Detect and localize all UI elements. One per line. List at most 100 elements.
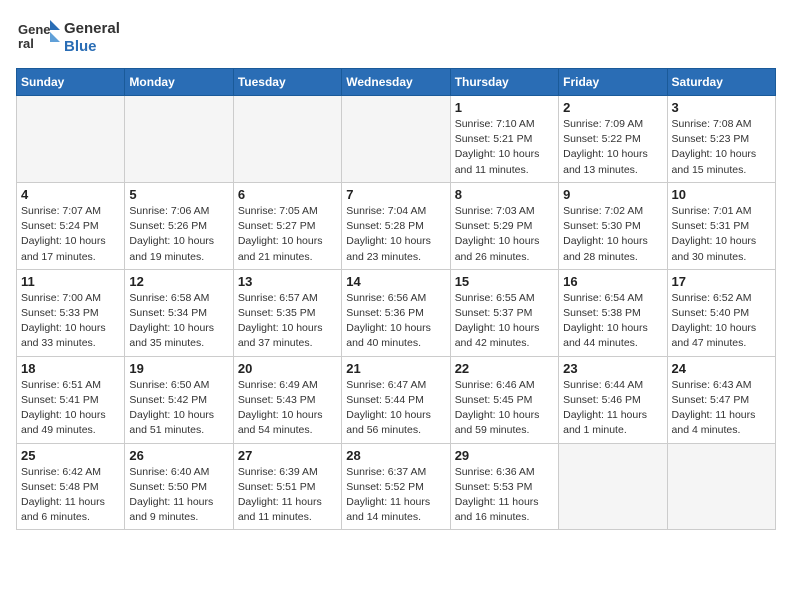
day-info: Sunrise: 6:39 AM Sunset: 5:51 PM Dayligh… <box>238 465 337 526</box>
calendar-cell <box>667 443 775 530</box>
logo-blue-text: Blue <box>64 38 120 56</box>
day-number: 12 <box>129 274 228 289</box>
calendar-cell: 25Sunrise: 6:42 AM Sunset: 5:48 PM Dayli… <box>17 443 125 530</box>
calendar-week-row: 11 Sunrise: 7:00 AM Sunset: 5:33 PM Dayli… <box>17 269 776 356</box>
day-number: 27 <box>238 448 337 463</box>
day-info: Sunrise: 6:58 AM Sunset: 5:34 PM Dayligh… <box>129 291 228 352</box>
day-number: 14 <box>346 274 445 289</box>
page-header: Gene ral General Blue <box>16 16 776 60</box>
calendar-cell <box>125 96 233 183</box>
day-info: Sunrise: 6:40 AM Sunset: 5:50 PM Dayligh… <box>129 465 228 526</box>
calendar-cell: 8 Sunrise: 7:03 AM Sunset: 5:29 PM Daylig… <box>450 182 558 269</box>
weekday-header: Friday <box>559 69 667 96</box>
calendar-cell: 23 Sunrise: 6:44 AM Sunset: 5:46 PM Dayli… <box>559 356 667 443</box>
day-info: Sunrise: 7:07 AM Sunset: 5:24 PM Dayligh… <box>21 204 120 265</box>
calendar-cell: 19 Sunrise: 6:50 AM Sunset: 5:42 PM Dayli… <box>125 356 233 443</box>
calendar-cell: 21Sunrise: 6:47 AM Sunset: 5:44 PM Dayli… <box>342 356 450 443</box>
weekday-header: Saturday <box>667 69 775 96</box>
day-number: 15 <box>455 274 554 289</box>
logo: Gene ral General Blue <box>16 16 120 60</box>
day-info: Sunrise: 7:01 AM Sunset: 5:31 PM Dayligh… <box>672 204 771 265</box>
logo-text: General <box>64 20 120 38</box>
day-info: Sunrise: 6:36 AM Sunset: 5:53 PM Dayligh… <box>455 465 554 526</box>
calendar-cell: 7 Sunrise: 7:04 AM Sunset: 5:28 PM Daylig… <box>342 182 450 269</box>
day-info: Sunrise: 6:52 AM Sunset: 5:40 PM Dayligh… <box>672 291 771 352</box>
day-number: 16 <box>563 274 662 289</box>
day-number: 4 <box>21 187 120 202</box>
calendar-week-row: 25Sunrise: 6:42 AM Sunset: 5:48 PM Dayli… <box>17 443 776 530</box>
calendar-cell: 1 Sunrise: 7:10 AM Sunset: 5:21 PM Daylig… <box>450 96 558 183</box>
day-info: Sunrise: 6:37 AM Sunset: 5:52 PM Dayligh… <box>346 465 445 526</box>
day-number: 18 <box>21 361 120 376</box>
day-number: 13 <box>238 274 337 289</box>
weekday-header: Wednesday <box>342 69 450 96</box>
day-number: 28 <box>346 448 445 463</box>
calendar-cell: 3 Sunrise: 7:08 AM Sunset: 5:23 PM Daylig… <box>667 96 775 183</box>
svg-text:ral: ral <box>18 36 34 51</box>
day-number: 19 <box>129 361 228 376</box>
calendar-cell: 16Sunrise: 6:54 AM Sunset: 5:38 PM Dayli… <box>559 269 667 356</box>
day-number: 3 <box>672 100 771 115</box>
day-number: 7 <box>346 187 445 202</box>
day-info: Sunrise: 7:08 AM Sunset: 5:23 PM Dayligh… <box>672 117 771 178</box>
weekday-header: Sunday <box>17 69 125 96</box>
day-number: 6 <box>238 187 337 202</box>
day-number: 29 <box>455 448 554 463</box>
day-number: 20 <box>238 361 337 376</box>
calendar-week-row: 4 Sunrise: 7:07 AM Sunset: 5:24 PM Daylig… <box>17 182 776 269</box>
day-number: 2 <box>563 100 662 115</box>
day-number: 26 <box>129 448 228 463</box>
calendar-header-row: SundayMondayTuesdayWednesdayThursdayFrid… <box>17 69 776 96</box>
calendar-cell: 2 Sunrise: 7:09 AM Sunset: 5:22 PM Daylig… <box>559 96 667 183</box>
day-number: 21 <box>346 361 445 376</box>
day-number: 17 <box>672 274 771 289</box>
day-info: Sunrise: 6:57 AM Sunset: 5:35 PM Dayligh… <box>238 291 337 352</box>
day-number: 23 <box>563 361 662 376</box>
calendar-cell <box>559 443 667 530</box>
calendar-cell <box>233 96 341 183</box>
day-info: Sunrise: 7:10 AM Sunset: 5:21 PM Dayligh… <box>455 117 554 178</box>
day-info: Sunrise: 6:51 AM Sunset: 5:41 PM Dayligh… <box>21 378 120 439</box>
calendar-week-row: 1 Sunrise: 7:10 AM Sunset: 5:21 PM Daylig… <box>17 96 776 183</box>
calendar-cell <box>342 96 450 183</box>
day-number: 5 <box>129 187 228 202</box>
day-number: 8 <box>455 187 554 202</box>
weekday-header: Tuesday <box>233 69 341 96</box>
day-number: 1 <box>455 100 554 115</box>
day-number: 9 <box>563 187 662 202</box>
day-info: Sunrise: 7:05 AM Sunset: 5:27 PM Dayligh… <box>238 204 337 265</box>
calendar-cell: 15 Sunrise: 6:55 AM Sunset: 5:37 PM Dayli… <box>450 269 558 356</box>
calendar-cell: 13 Sunrise: 6:57 AM Sunset: 5:35 PM Dayli… <box>233 269 341 356</box>
calendar-cell: 12 Sunrise: 6:58 AM Sunset: 5:34 PM Dayli… <box>125 269 233 356</box>
calendar-cell: 14 Sunrise: 6:56 AM Sunset: 5:36 PM Dayli… <box>342 269 450 356</box>
calendar-cell: 26 Sunrise: 6:40 AM Sunset: 5:50 PM Dayli… <box>125 443 233 530</box>
day-info: Sunrise: 7:06 AM Sunset: 5:26 PM Dayligh… <box>129 204 228 265</box>
day-info: Sunrise: 7:00 AM Sunset: 5:33 PM Dayligh… <box>21 291 120 352</box>
day-info: Sunrise: 6:43 AM Sunset: 5:47 PM Dayligh… <box>672 378 771 439</box>
calendar-table: SundayMondayTuesdayWednesdayThursdayFrid… <box>16 68 776 530</box>
day-info: Sunrise: 7:09 AM Sunset: 5:22 PM Dayligh… <box>563 117 662 178</box>
day-info: Sunrise: 6:50 AM Sunset: 5:42 PM Dayligh… <box>129 378 228 439</box>
day-number: 11 <box>21 274 120 289</box>
calendar-cell: 28 Sunrise: 6:37 AM Sunset: 5:52 PM Dayli… <box>342 443 450 530</box>
day-info: Sunrise: 7:04 AM Sunset: 5:28 PM Dayligh… <box>346 204 445 265</box>
calendar-cell: 18 Sunrise: 6:51 AM Sunset: 5:41 PM Dayli… <box>17 356 125 443</box>
day-info: Sunrise: 6:55 AM Sunset: 5:37 PM Dayligh… <box>455 291 554 352</box>
calendar-cell: 9 Sunrise: 7:02 AM Sunset: 5:30 PM Daylig… <box>559 182 667 269</box>
day-number: 24 <box>672 361 771 376</box>
calendar-cell: 17 Sunrise: 6:52 AM Sunset: 5:40 PM Dayli… <box>667 269 775 356</box>
weekday-header: Thursday <box>450 69 558 96</box>
calendar-cell: 5 Sunrise: 7:06 AM Sunset: 5:26 PM Daylig… <box>125 182 233 269</box>
day-info: Sunrise: 6:44 AM Sunset: 5:46 PM Dayligh… <box>563 378 662 439</box>
calendar-cell: 11 Sunrise: 7:00 AM Sunset: 5:33 PM Dayli… <box>17 269 125 356</box>
day-number: 10 <box>672 187 771 202</box>
calendar-cell: 6 Sunrise: 7:05 AM Sunset: 5:27 PM Daylig… <box>233 182 341 269</box>
day-info: Sunrise: 6:56 AM Sunset: 5:36 PM Dayligh… <box>346 291 445 352</box>
logo-svg: Gene ral <box>16 16 60 60</box>
calendar-cell: 24 Sunrise: 6:43 AM Sunset: 5:47 PM Dayli… <box>667 356 775 443</box>
calendar-week-row: 18 Sunrise: 6:51 AM Sunset: 5:41 PM Dayli… <box>17 356 776 443</box>
day-number: 22 <box>455 361 554 376</box>
day-info: Sunrise: 7:02 AM Sunset: 5:30 PM Dayligh… <box>563 204 662 265</box>
day-info: Sunrise: 7:03 AM Sunset: 5:29 PM Dayligh… <box>455 204 554 265</box>
calendar-cell: 29 Sunrise: 6:36 AM Sunset: 5:53 PM Dayli… <box>450 443 558 530</box>
